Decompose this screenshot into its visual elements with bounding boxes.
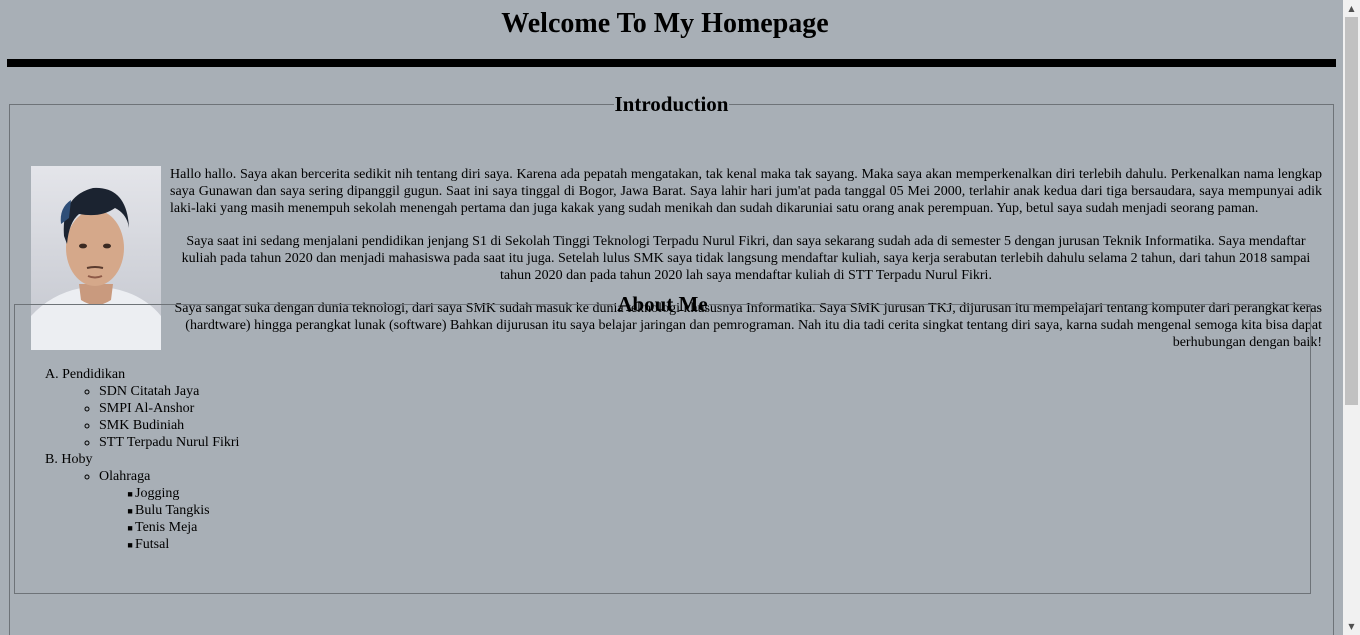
page-title: Welcome To My Homepage <box>501 8 829 39</box>
section-label-pendidikan: Pendidikan <box>62 367 126 382</box>
section-marker: A. <box>45 367 59 382</box>
list-item: Futsal <box>135 536 239 553</box>
list-item: Olahraga Jogging Bulu Tangkis Tenis Meja… <box>99 468 239 553</box>
list-item: B. Hoby Olahraga Jogging Bulu Tangkis Te… <box>45 451 239 553</box>
section-marker: B. <box>45 452 58 467</box>
sub-label-olahraga: Olahraga <box>99 469 151 484</box>
vertical-scrollbar[interactable]: ▲ ▼ <box>1343 0 1360 635</box>
intro-paragraph-2: Saya saat ini sedang menjalani pendidika… <box>181 234 1311 283</box>
about-me-legend: About Me <box>617 292 708 316</box>
horizontal-rule <box>7 59 1336 67</box>
scroll-down-arrow-icon[interactable]: ▼ <box>1343 618 1360 635</box>
scrollbar-thumb[interactable] <box>1345 17 1358 405</box>
list-item: Bulu Tangkis <box>135 502 239 519</box>
list-item: Tenis Meja <box>135 519 239 536</box>
introduction-legend: Introduction <box>614 92 729 116</box>
olahraga-list: Jogging Bulu Tangkis Tenis Meja Futsal <box>99 485 239 553</box>
about-me-fieldset: About Me A. Pendidikan SDN Citatah Jaya … <box>14 292 1311 594</box>
header: Welcome To My Homepage <box>0 0 1330 41</box>
intro-paragraph-1: Hallo hallo. Saya akan bercerita sedikit… <box>170 167 1322 216</box>
list-item: SDN Citatah Jaya <box>99 383 239 400</box>
list-item: SMK Budiniah <box>99 417 239 434</box>
pendidikan-list: SDN Citatah Jaya SMPI Al-Anshor SMK Budi… <box>45 383 239 451</box>
list-item: A. Pendidikan SDN Citatah Jaya SMPI Al-A… <box>45 366 239 451</box>
list-item: STT Terpadu Nurul Fikri <box>99 434 239 451</box>
list-item: SMPI Al-Anshor <box>99 400 239 417</box>
about-me-list: A. Pendidikan SDN Citatah Jaya SMPI Al-A… <box>45 366 239 553</box>
hoby-list: Olahraga Jogging Bulu Tangkis Tenis Meja… <box>45 468 239 553</box>
about-sections-list: A. Pendidikan SDN Citatah Jaya SMPI Al-A… <box>45 366 239 553</box>
section-label-hoby: Hoby <box>61 452 93 467</box>
scroll-up-arrow-icon[interactable]: ▲ <box>1343 0 1360 17</box>
page-viewport: Welcome To My Homepage Introduction Hall… <box>0 0 1343 635</box>
list-item: Jogging <box>135 485 239 502</box>
